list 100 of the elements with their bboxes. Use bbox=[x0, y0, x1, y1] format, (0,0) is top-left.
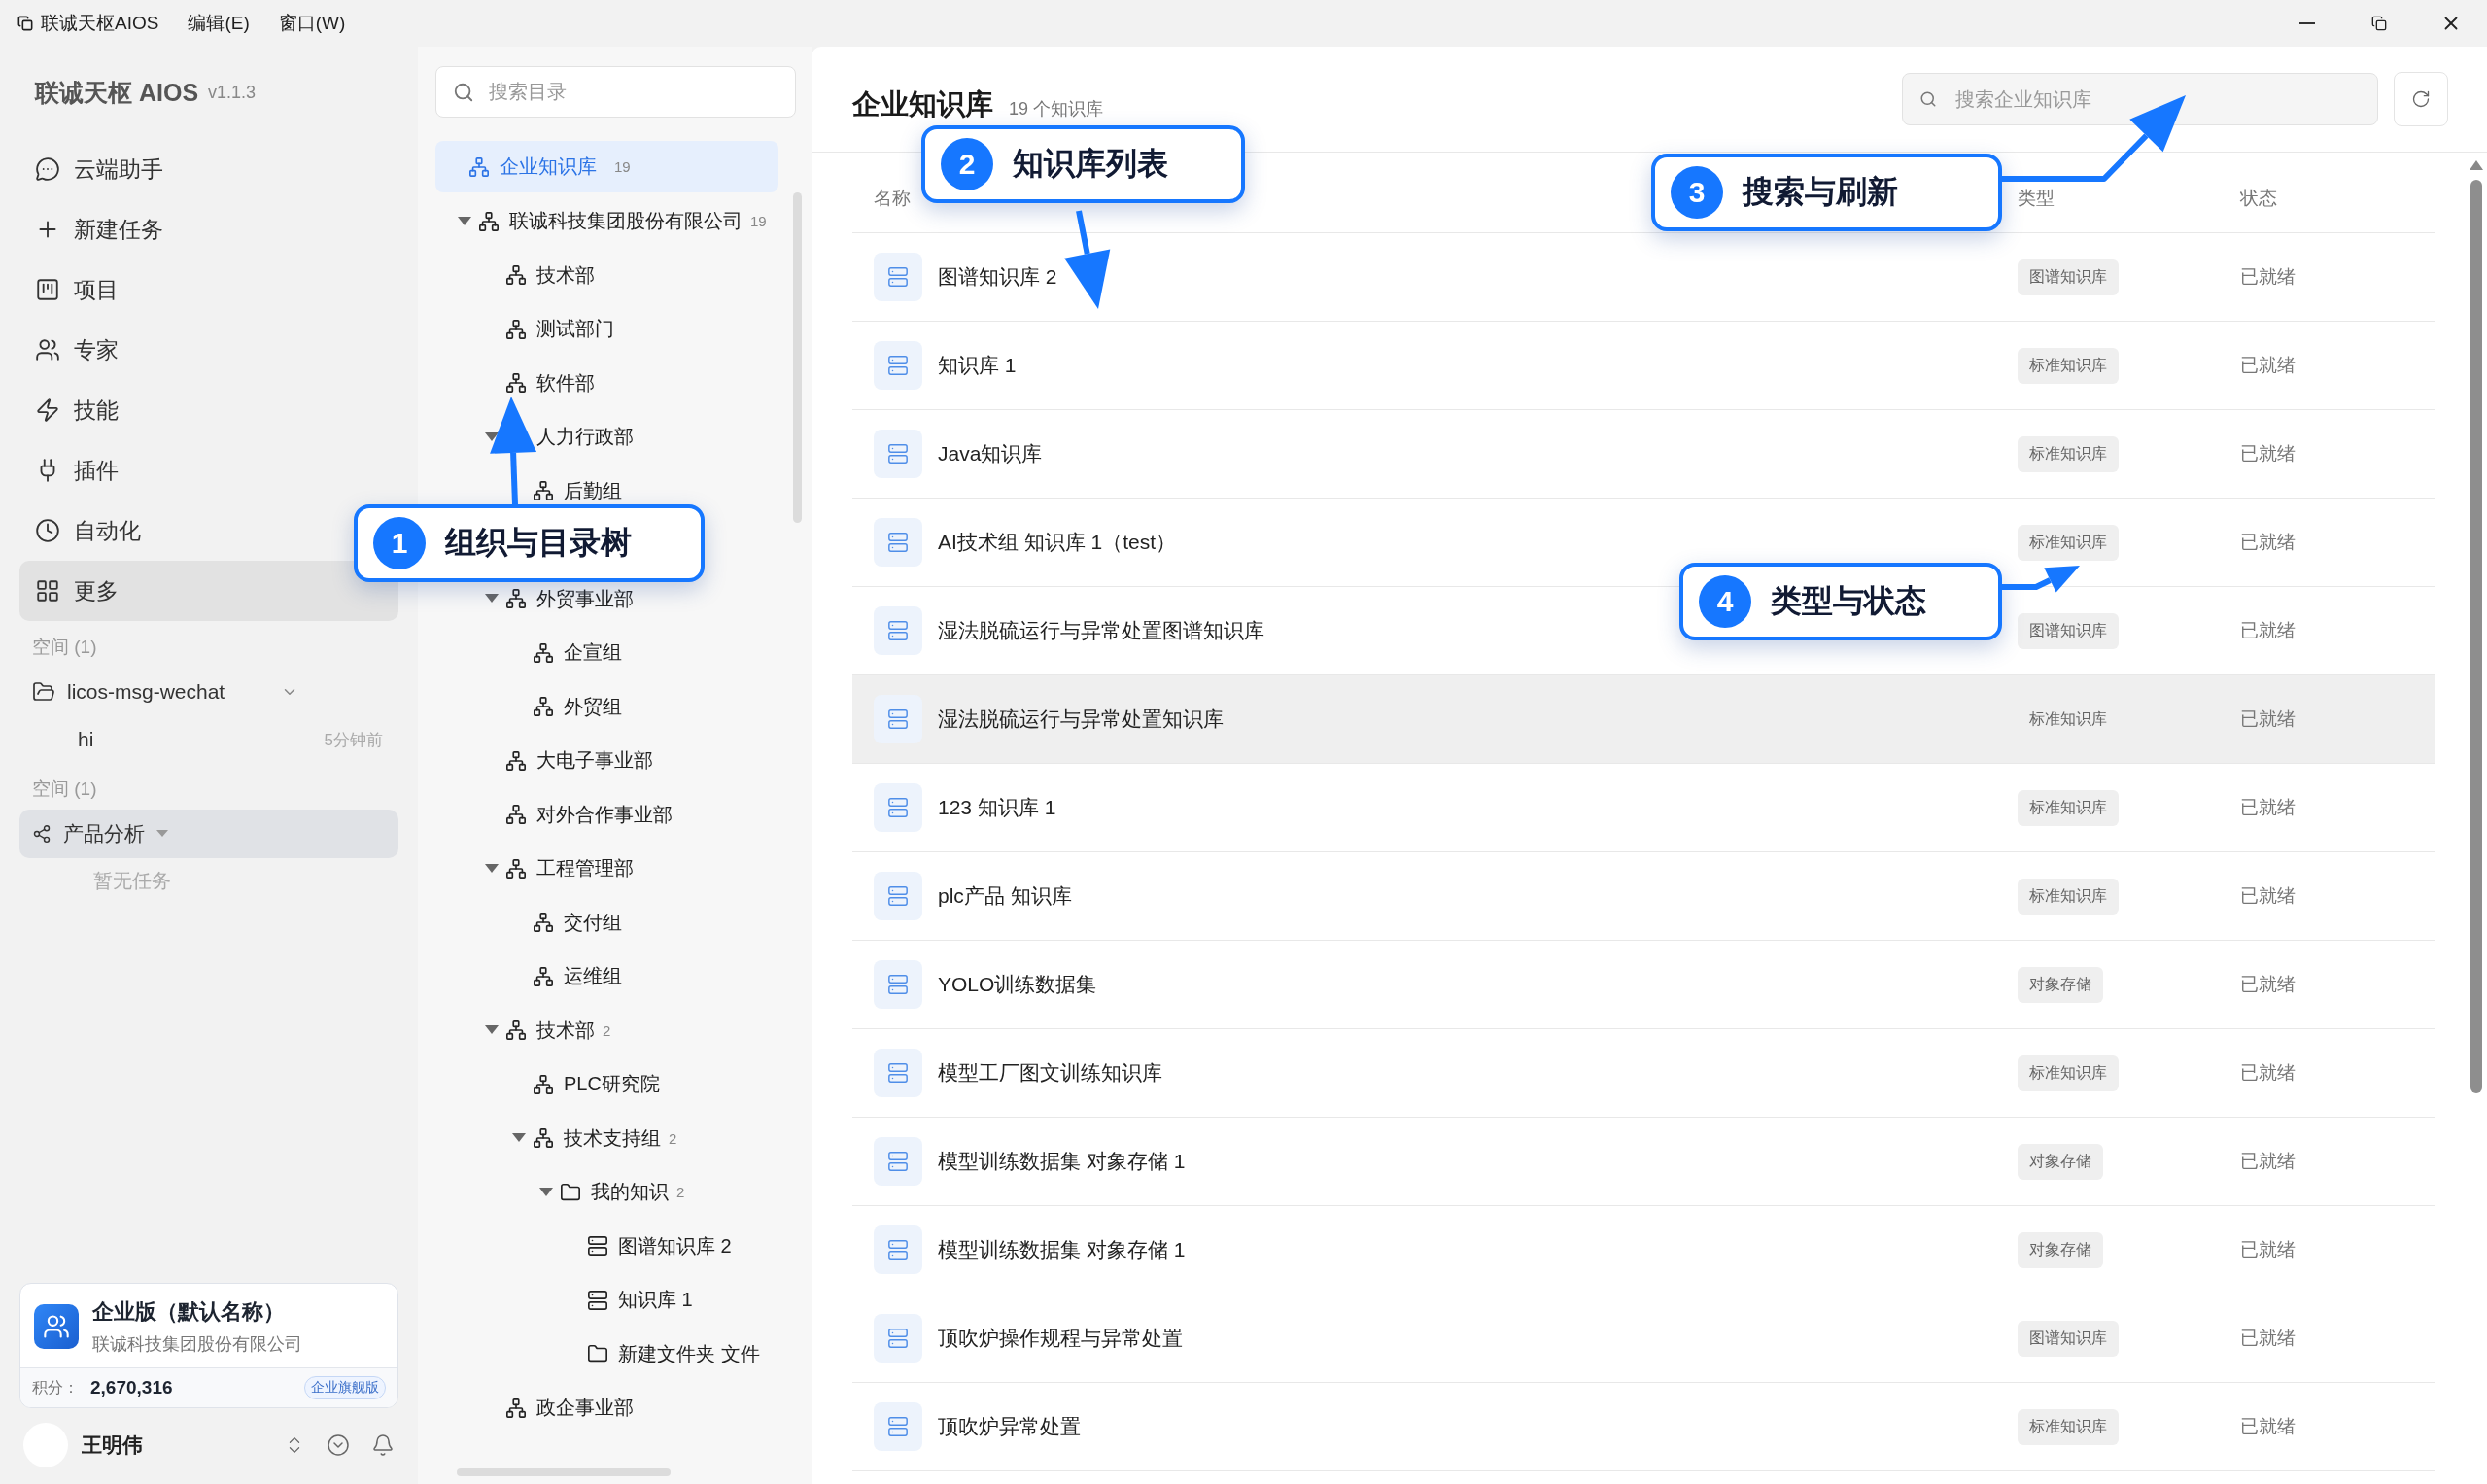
nav-item[interactable]: 自动化 bbox=[19, 500, 350, 561]
kb-name[interactable]: YOLO训练数据集 bbox=[938, 971, 1097, 998]
caret-icon[interactable] bbox=[538, 1187, 553, 1197]
list-icon bbox=[874, 1402, 922, 1451]
tree-item[interactable]: 知识库 1 bbox=[618, 1287, 693, 1314]
tree-item[interactable]: 图谱知识库 2 bbox=[618, 1232, 732, 1260]
tree-item[interactable]: 我的知识 bbox=[591, 1179, 669, 1206]
list-icon bbox=[874, 341, 922, 390]
project-item[interactable]: 产品分析 bbox=[19, 810, 398, 858]
type-tag: 标准知识库 bbox=[2018, 435, 2119, 472]
nav-item[interactable]: 更多 bbox=[19, 561, 398, 621]
item-count: 2 bbox=[603, 1021, 611, 1039]
kb-name[interactable]: plc产品 知识库 bbox=[938, 882, 1072, 910]
nav-item[interactable]: 新建任务 bbox=[19, 199, 350, 259]
tree-item[interactable]: 人力行政部 bbox=[536, 424, 634, 451]
caret-icon[interactable] bbox=[484, 594, 499, 604]
nav-item[interactable]: 技能 bbox=[19, 380, 350, 440]
tree-item[interactable]: 大电子事业部 bbox=[536, 747, 653, 775]
tree-item[interactable]: 企业知识库 19 bbox=[435, 141, 778, 192]
menu-item[interactable]: 编辑(E) bbox=[188, 11, 250, 36]
scrollbar[interactable] bbox=[457, 1468, 671, 1476]
scroll-up-icon[interactable] bbox=[2470, 160, 2483, 170]
kb-name[interactable]: 图谱知识库 2 bbox=[938, 263, 1057, 291]
task-title[interactable]: hi bbox=[78, 728, 94, 751]
kb-name[interactable]: 模型训练数据集 对象存储 1 bbox=[938, 1236, 1186, 1263]
lightning-icon bbox=[35, 397, 60, 423]
search-icon bbox=[453, 81, 474, 103]
dropdown-button[interactable] bbox=[327, 1433, 350, 1457]
kb-name[interactable]: 湿法脱硫运行与异常处置知识库 bbox=[938, 706, 1224, 733]
tree-item[interactable]: 外贸组 bbox=[564, 693, 622, 720]
status-text: 已就绪 bbox=[2240, 354, 2297, 377]
status-text: 已就绪 bbox=[2240, 442, 2297, 466]
notification-button[interactable] bbox=[371, 1433, 395, 1457]
type-tag: 标准知识库 bbox=[2018, 878, 2119, 915]
tree-item[interactable]: 外贸事业部 bbox=[536, 585, 634, 612]
org-chart-icon bbox=[533, 641, 554, 664]
caret-icon[interactable] bbox=[511, 1133, 526, 1144]
type-tag: 对象存储 bbox=[2018, 1143, 2103, 1180]
status-text: 已就绪 bbox=[2240, 707, 2297, 731]
list-icon bbox=[874, 1137, 922, 1186]
kanban-icon bbox=[35, 277, 60, 302]
section-heading: 空间 (1) bbox=[31, 636, 98, 659]
type-tag: 图谱知识库 bbox=[2018, 259, 2119, 295]
nav-item[interactable]: 云端助手 bbox=[19, 139, 350, 199]
tree-item[interactable]: 对外合作事业部 bbox=[536, 801, 673, 828]
project-item[interactable]: licos-msg-wechat bbox=[19, 668, 398, 716]
menu-item[interactable]: 窗口(W) bbox=[278, 11, 346, 36]
kb-name[interactable]: 湿法脱硫运行与异常处置图谱知识库 bbox=[938, 617, 1264, 644]
tree-item[interactable]: 工程管理部 bbox=[536, 855, 634, 882]
list-icon bbox=[874, 253, 922, 301]
tree-item[interactable]: 测试部门 bbox=[536, 316, 614, 343]
search-field[interactable]: 搜索目录 bbox=[435, 66, 796, 118]
tree-item[interactable]: 后勤组 bbox=[564, 477, 622, 504]
page-subtitle: 19 个知识库 bbox=[1009, 98, 1104, 121]
kb-name[interactable]: 123 知识库 1 bbox=[938, 794, 1056, 821]
tree-item[interactable]: 运维组 bbox=[564, 963, 622, 990]
kb-name[interactable]: 顶吹炉异常处置 bbox=[938, 1413, 1081, 1440]
nav-item[interactable]: 项目 bbox=[19, 259, 350, 320]
org-card[interactable]: 企业版（默认名称） 联诚科技集团股份有限公司 积分： 2,670,316 企业旗舰版 bbox=[19, 1283, 398, 1408]
tree-item[interactable]: 企宣组 bbox=[564, 639, 622, 667]
status-text: 已就绪 bbox=[2240, 1327, 2297, 1350]
version-label: v1.1.3 bbox=[208, 83, 257, 103]
tree-item[interactable]: 交付组 bbox=[564, 909, 622, 936]
caret-icon[interactable] bbox=[484, 431, 499, 442]
refresh-button[interactable] bbox=[2394, 72, 2448, 126]
kb-name[interactable]: 模型工厂图文训练知识库 bbox=[938, 1059, 1162, 1087]
kb-name[interactable]: 知识库 1 bbox=[938, 352, 1017, 379]
tree-item[interactable]: 技术支持组 bbox=[564, 1124, 661, 1152]
points-label: 积分： bbox=[32, 1377, 79, 1398]
scrollbar[interactable] bbox=[793, 192, 802, 523]
type-tag: 图谱知识库 bbox=[2018, 612, 2119, 649]
tree-item[interactable]: 政企事业部 bbox=[536, 1395, 634, 1422]
column-header: 类型 bbox=[2018, 187, 2055, 210]
kb-name[interactable]: 顶吹炉操作规程与异常处置 bbox=[938, 1325, 1183, 1352]
kb-name[interactable]: 模型训练数据集 对象存储 1 bbox=[938, 1148, 1186, 1175]
search-field[interactable]: 搜索企业知识库 bbox=[1902, 73, 2378, 125]
empty-note: 暂无任务 bbox=[92, 869, 172, 893]
grid-icon bbox=[35, 578, 60, 604]
nav-item[interactable]: 插件 bbox=[19, 440, 350, 500]
org-chart-icon bbox=[533, 965, 554, 987]
org-chart-icon bbox=[505, 588, 527, 610]
caret-icon[interactable] bbox=[457, 216, 471, 226]
tree-item[interactable]: 技术部 bbox=[536, 261, 595, 289]
caret-icon[interactable] bbox=[484, 863, 499, 874]
caret-icon[interactable] bbox=[484, 1025, 499, 1036]
table-row[interactable]: 湿法脱硫运行与异常处置知识库 标准知识库 已就绪 bbox=[852, 675, 2435, 764]
tree-item[interactable]: 联诚科技集团股份有限公司 bbox=[509, 208, 743, 235]
kb-name[interactable]: AI技术组 知识库 1（test） bbox=[938, 529, 1177, 556]
list-icon bbox=[874, 606, 922, 655]
kb-name[interactable]: Java知识库 bbox=[938, 440, 1043, 467]
tree-item[interactable]: PLC研究院 bbox=[564, 1071, 660, 1098]
org-chart-icon bbox=[505, 1019, 527, 1042]
type-tag: 对象存储 bbox=[2018, 966, 2103, 1003]
tree-item[interactable]: 软件部 bbox=[536, 369, 595, 397]
task-time: 5分钟前 bbox=[324, 729, 383, 751]
nav-item[interactable]: 专家 bbox=[19, 320, 350, 380]
tree-item[interactable]: 技术部 bbox=[536, 1017, 595, 1044]
status-text: 已就绪 bbox=[2240, 1061, 2297, 1085]
tree-item[interactable]: 新建文件夹 文件 bbox=[618, 1340, 760, 1367]
status-text: 已就绪 bbox=[2240, 973, 2297, 996]
